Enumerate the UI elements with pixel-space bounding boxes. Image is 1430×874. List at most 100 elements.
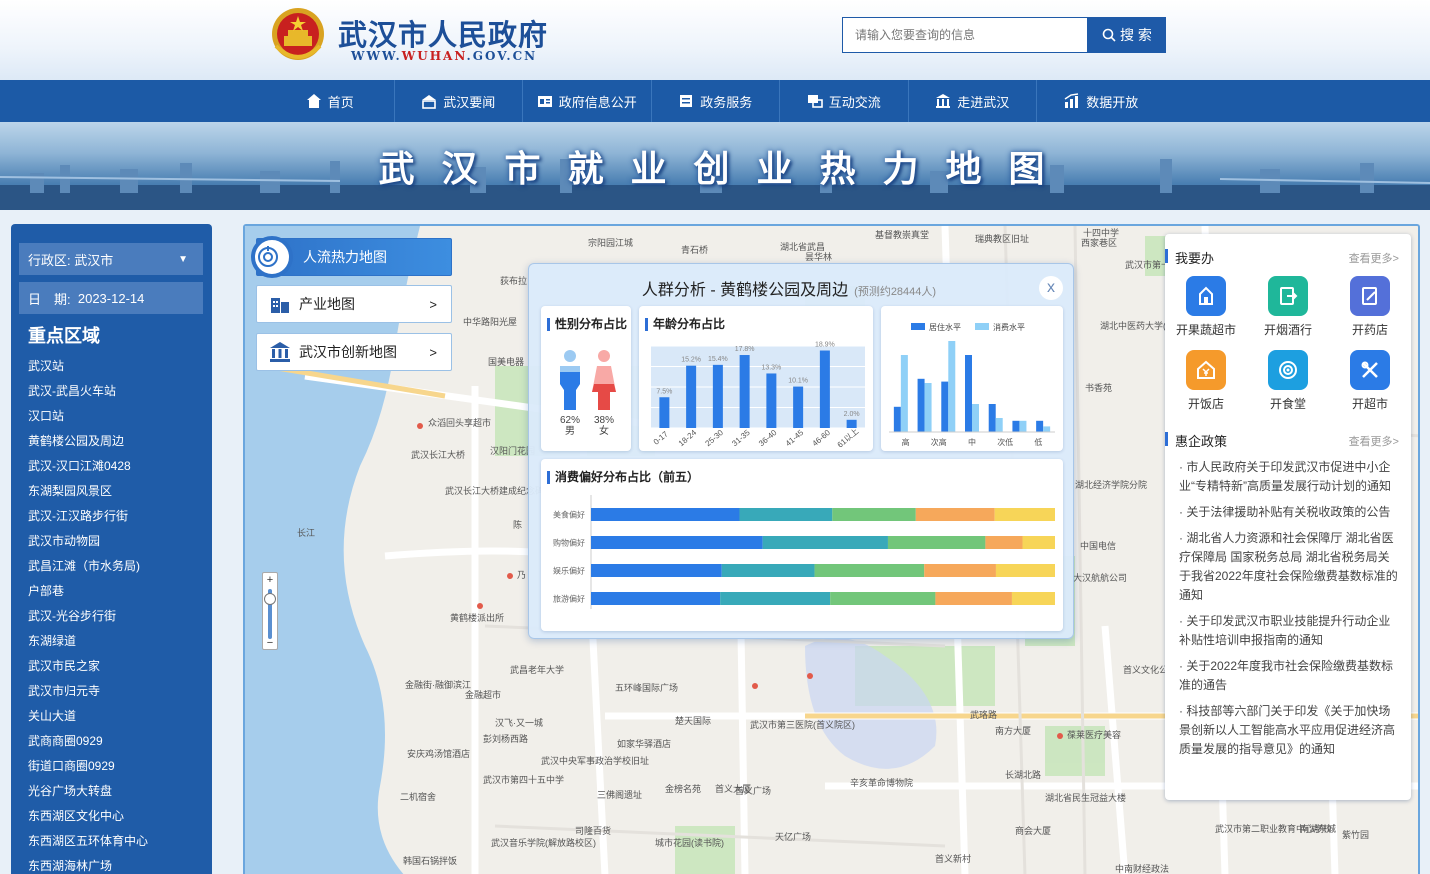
tab-industry-map[interactable]: 产业地图 > xyxy=(256,285,452,323)
consume-category-label: 娱乐偏好 xyxy=(553,566,585,576)
policy-more-link[interactable]: 查看更多> xyxy=(1349,433,1399,449)
key-area-item[interactable]: 武商商圈0929 xyxy=(28,729,148,754)
nav-item-2[interactable]: 政府信息公开 xyxy=(523,80,652,122)
close-button[interactable]: x xyxy=(1039,276,1063,300)
policy-link[interactable]: · 关于2022年度我市社会保险缴费基数标准的通告 xyxy=(1179,657,1399,695)
key-area-item[interactable]: 武汉市民之家 xyxy=(28,654,148,679)
service-item[interactable]: 开果蔬超市 xyxy=(1165,276,1247,338)
age-bar xyxy=(819,350,830,428)
nav-item-3[interactable]: 政务服务 xyxy=(652,80,780,122)
service-item[interactable]: 开饭店 xyxy=(1165,350,1247,412)
key-area-item[interactable]: 武汉市动物园 xyxy=(28,529,148,554)
key-area-item[interactable]: 武汉-江汉路步行街 xyxy=(28,504,148,529)
female-percent: 38% xyxy=(594,415,614,426)
policy-list: · 市人民政府关于印发武汉市促进中小企业“专精特新”高质量发展行动计划的通知 · … xyxy=(1179,458,1399,766)
key-area-item[interactable]: 武汉-汉口江滩0428 xyxy=(28,454,148,479)
nav-item-1[interactable]: 武汉要闻 xyxy=(395,80,523,122)
nav-item-0[interactable]: 首页 xyxy=(266,80,395,122)
key-area-item[interactable]: 武昌江滩（市水务局) xyxy=(28,554,148,579)
map-label: 紫竹园 xyxy=(1342,829,1369,840)
level-tick-label: 低 xyxy=(1034,437,1042,447)
level-tick-label: 中 xyxy=(968,437,976,447)
zoom-control[interactable]: + − xyxy=(262,572,278,650)
map-label: 南方大厦 xyxy=(995,725,1031,736)
nav-item-4[interactable]: 互动交流 xyxy=(780,80,909,122)
consume-segment xyxy=(591,508,740,521)
map-label: 长湖北路 xyxy=(1005,769,1041,780)
consume-category-label: 美食偏好 xyxy=(553,510,585,520)
landmark-icon xyxy=(936,94,951,108)
level-bar xyxy=(965,355,972,432)
nav-item-5[interactable]: 走进武汉 xyxy=(909,80,1037,122)
zoom-in-button[interactable]: + xyxy=(263,574,277,586)
age-bar xyxy=(846,419,857,428)
key-area-item[interactable]: 武汉-光谷步行街 xyxy=(28,604,148,629)
store-icon xyxy=(1186,276,1226,316)
level-bar xyxy=(1043,426,1051,432)
policy-link[interactable]: · 关于法律援助补贴有关税收政策的公告 xyxy=(1179,503,1399,522)
service-item[interactable]: 开食堂 xyxy=(1247,350,1329,412)
search-input[interactable] xyxy=(842,17,1088,53)
key-area-item[interactable]: 户部巷 xyxy=(28,579,148,604)
policy-link[interactable]: · 市人民政府关于印发武汉市促进中小企业“专精特新”高质量发展行动计划的通知 xyxy=(1179,458,1399,496)
tab-heat-map[interactable]: 人流热力地图 xyxy=(251,236,452,278)
map-label: 武汉市第三医院(首义院区) xyxy=(750,719,855,730)
nav-item-6[interactable]: 数据开放 xyxy=(1037,80,1166,122)
service-item[interactable]: 开药店 xyxy=(1329,276,1411,338)
search-button[interactable]: 搜 索 xyxy=(1088,17,1166,53)
key-area-item[interactable]: 黄鹤楼公园及周边 xyxy=(28,429,148,454)
map-label: 国美电器 xyxy=(488,356,524,367)
map-label: 葆莱医疗美容 xyxy=(1067,729,1121,740)
tab-innovation-map[interactable]: 武汉市创新地图 > xyxy=(256,333,452,371)
age-tick-label: 0-17 xyxy=(652,429,670,447)
policy-link[interactable]: · 科技部等六部门关于印发《关于加快场景创新以人工智能高水平应用促进经济高质量发… xyxy=(1179,702,1399,759)
consume-category-label: 购物偏好 xyxy=(553,538,585,548)
key-area-item[interactable]: 东西湖海林广场 xyxy=(28,854,148,874)
key-area-item[interactable]: 东西湖区文化中心 xyxy=(28,804,148,829)
zoom-slider-handle[interactable] xyxy=(264,593,276,605)
consume-segment xyxy=(591,536,763,549)
consume-segment xyxy=(1011,592,1055,605)
age-card-title: 年龄分布占比 xyxy=(645,318,725,331)
consume-segment xyxy=(985,536,1023,549)
consume-segment xyxy=(915,508,995,521)
map-label: 中华路阳光屋 xyxy=(463,316,517,327)
level-card: 居住水平 消费水平高 次高 中 次低 低 xyxy=(881,306,1063,451)
key-area-item[interactable]: 光谷广场大转盘 xyxy=(28,779,148,804)
key-area-item[interactable]: 东西湖区五环体育中心 xyxy=(28,829,148,854)
service-item[interactable]: 开烟酒行 xyxy=(1247,276,1329,338)
consume-segment xyxy=(924,564,996,577)
key-area-item[interactable]: 关山大道 xyxy=(28,704,148,729)
key-area-item[interactable]: 东湖梨园风景区 xyxy=(28,479,148,504)
date-field[interactable]: 日 期: 2023-12-14 xyxy=(19,282,203,314)
map-label: 武汉中央军事政治学校旧址 xyxy=(541,755,649,766)
policy-link[interactable]: · 湖北省人力资源和社会保障厅 湖北省医疗保障局 国家税务总局 湖北省税务局关于… xyxy=(1179,529,1399,605)
age-tick-label: 18-24 xyxy=(677,428,699,448)
map-label: 武汉市第二职业教育中心学校 xyxy=(1215,823,1332,834)
key-area-item[interactable]: 汉口站 xyxy=(28,404,148,429)
todo-more-link[interactable]: 查看更多> xyxy=(1349,250,1399,266)
consume-segment xyxy=(591,564,722,577)
key-area-item[interactable]: 武汉站 xyxy=(28,354,148,379)
policy-link[interactable]: · 关于印发武汉市职业技能提升行动企业补贴性培训申报指南的通知 xyxy=(1179,612,1399,650)
key-area-item[interactable]: 武汉-武昌火车站 xyxy=(28,379,148,404)
consume-segment xyxy=(832,508,916,521)
consume-segment xyxy=(1022,536,1055,549)
map-label: 汉飞·又一城 xyxy=(495,718,543,728)
map-label: 武汉市第四十五中学 xyxy=(483,774,564,785)
service-item[interactable]: 开超市 xyxy=(1329,350,1411,412)
main-nav: 首页 武汉要闻 政府信息公开 政务服务 互动交流 走进武汉 数据开放 xyxy=(0,80,1430,122)
key-area-item[interactable]: 东湖绿道 xyxy=(28,629,148,654)
population-estimate: (预测约28444人) xyxy=(854,286,937,298)
map-label: 金融街·融御滨江 xyxy=(405,679,471,690)
target-icon xyxy=(1268,350,1308,390)
legend-label: 消费水平 xyxy=(993,322,1025,332)
age-value-label: 7.5% xyxy=(656,388,672,395)
zoom-out-button[interactable]: − xyxy=(263,637,277,649)
age-tick-label: 46-60 xyxy=(811,428,833,448)
export-icon xyxy=(1268,276,1308,316)
district-select[interactable]: 行政区: 武汉市 ▼ xyxy=(19,243,203,275)
key-area-item[interactable]: 街道口商圈0929 xyxy=(28,754,148,779)
key-area-item[interactable]: 武汉市归元寺 xyxy=(28,679,148,704)
level-bar xyxy=(924,383,932,432)
